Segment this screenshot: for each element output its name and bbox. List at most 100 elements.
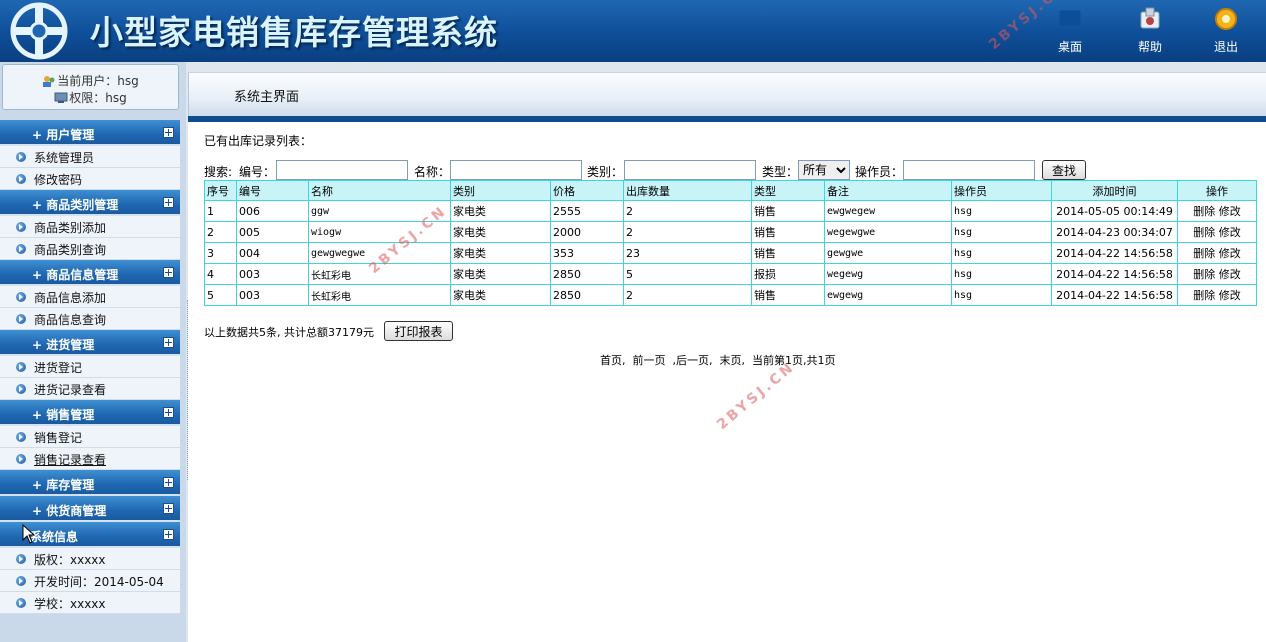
expand-icon[interactable] [163,197,174,208]
summary: 以上数据共5条, 共计总额37179元 [204,324,374,340]
menu-head-supplier[interactable]: + 供货商管理 [0,496,180,522]
table-cell: 003 [236,284,309,306]
pager-first[interactable]: 首页, [600,354,626,367]
menu-item-sales-register[interactable]: 销售登记 [0,426,180,448]
search-button[interactable]: 查找 [1042,160,1086,180]
edit-link[interactable]: 修改 [1219,247,1241,260]
logo-icon [10,2,68,60]
user-icon [43,76,55,87]
menu-head-label: + 进货管理 [32,338,95,352]
table-cell: 2 [623,221,752,243]
edit-link[interactable]: 修改 [1219,226,1241,239]
expand-icon[interactable] [163,267,174,278]
table-cell: 4 [204,263,237,285]
breadcrumb-bg [188,72,1266,116]
menu-head-purchase[interactable]: + 进货管理 [0,330,180,356]
menu-item-sales-records[interactable]: 销售记录查看 [0,448,180,470]
bullet-icon [16,598,26,608]
menu-item-admin[interactable]: 系统管理员 [0,146,180,168]
print-report-button[interactable]: 打印报表 [384,321,453,341]
category-input[interactable] [624,160,756,180]
menu-head-sales[interactable]: + 销售管理 [0,400,180,426]
col-header: 价格 [550,180,624,201]
logout-button[interactable]: 退出 [1196,6,1256,55]
code-label: 编号： [239,165,276,179]
delete-link[interactable]: 删除 [1193,205,1215,218]
bullet-icon [16,554,26,564]
menu-head-label: + 用户管理 [32,128,95,142]
desktop-button[interactable]: 桌面 [1040,6,1100,55]
mouse-cursor-icon [22,524,36,544]
table-cell: 004 [236,242,309,264]
expand-icon[interactable] [163,529,174,540]
menu-item-product-add[interactable]: 商品信息添加 [0,286,180,308]
table-cell: 2 [623,200,752,222]
row-actions: 删除 修改 [1177,221,1257,243]
table-cell: ewgewg [824,284,952,306]
pager-next[interactable]: ,后一页, [673,354,713,367]
menu-head-user[interactable]: + 用户管理 [0,120,180,146]
table-cell: 2555 [550,200,624,222]
menu-item-purchase-register[interactable]: 进货登记 [0,356,180,378]
menu-item-product-query[interactable]: 商品信息查询 [0,308,180,330]
expand-icon[interactable] [163,337,174,348]
col-header: 出库数量 [623,180,752,201]
delete-link[interactable]: 删除 [1193,247,1215,260]
name-input[interactable] [450,160,582,180]
menu-head-label: + 销售管理 [32,408,95,422]
logout-icon [1215,8,1237,30]
table-cell: 5 [204,284,237,306]
menu-item-category-query[interactable]: 商品类别查询 [0,238,180,260]
menu-head-category[interactable]: + 商品类别管理 [0,190,180,216]
main-content: 已有出库记录列表： 搜索: 编号： 名称： 类别： 类型： 所有 操作员： 查找… [188,122,1266,642]
menu-item-change-password[interactable]: 修改密码 [0,168,180,190]
delete-link[interactable]: 删除 [1193,289,1215,302]
delete-link[interactable]: 删除 [1193,226,1215,239]
edit-link[interactable]: 修改 [1219,205,1241,218]
operator-input[interactable] [903,160,1035,180]
table-cell: 2014-04-22 14:56:58 [1051,242,1178,264]
pager-last[interactable]: 末页, [720,354,746,367]
name-label: 名称： [414,165,451,179]
menu-item-category-add[interactable]: 商品类别添加 [0,216,180,238]
row-actions: 删除 修改 [1177,200,1257,222]
table-cell: 销售 [751,221,825,243]
table-cell: 长虹彩电 [308,284,451,306]
table-body: 1 006 ggw 家电类 2555 2 销售 ewgwegew hsg 2014-05-05 0… [204,200,1257,306]
code-input[interactable] [276,160,408,180]
expand-icon[interactable] [163,407,174,418]
menu-head-label: 系统信息 [30,530,79,544]
menu-head-product[interactable]: + 商品信息管理 [0,260,180,286]
table-row: 4 003 长虹彩电 家电类 2850 5 报损 wegewg hsg 2014-04-22 14… [204,263,1257,285]
table-cell: wegewgwe [824,221,952,243]
menu-head-inventory[interactable]: + 库存管理 [0,470,180,496]
delete-link[interactable]: 删除 [1193,268,1215,281]
pagination: 首页, 前一页 ,后一页, 末页, 当前第1页,共1页 [600,352,836,368]
user-info-box: 当前用户：hsg 权限：hsg [2,64,179,110]
expand-icon[interactable] [163,503,174,514]
table-cell: 2 [623,284,752,306]
desktop-label: 桌面 [1057,40,1082,54]
table-cell: 2850 [550,263,624,285]
logout-label: 退出 [1213,40,1238,54]
table-cell: 3 [204,242,237,264]
help-button[interactable]: 帮助 [1120,6,1180,55]
bullet-icon [16,222,26,232]
table-cell: 销售 [751,242,825,264]
app-header: 小型家电销售库存管理系统 桌面 帮助 退出 [0,0,1266,62]
edit-link[interactable]: 修改 [1219,289,1241,302]
permission-icon [54,92,68,103]
table-cell: 家电类 [450,284,551,306]
type-select[interactable]: 所有 [798,160,850,180]
expand-icon[interactable] [163,127,174,138]
edit-link[interactable]: 修改 [1219,268,1241,281]
expand-icon[interactable] [163,477,174,488]
pager-prev[interactable]: 前一页 [633,354,666,367]
menu-head-label: + 供货商管理 [32,504,107,518]
table-row: 2 005 wiogw 家电类 2000 2 销售 wegewgwe hsg 2014-04-23… [204,221,1257,243]
breadcrumb: 系统主界面 [234,90,300,105]
menu-item-purchase-records[interactable]: 进货记录查看 [0,378,180,400]
table-cell: 5 [623,263,752,285]
breadcrumb-bar: 系统主界面 [188,62,1266,122]
table-cell: 23 [623,242,752,264]
